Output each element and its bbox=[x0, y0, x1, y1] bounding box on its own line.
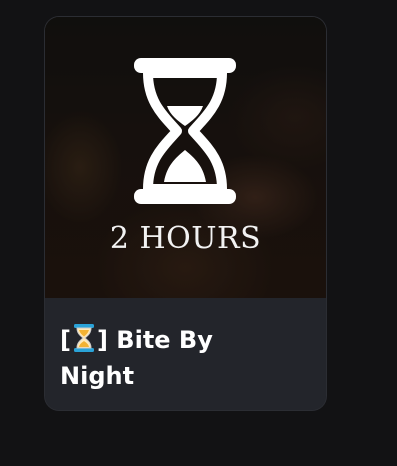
game-title[interactable]: [ ] Bite By Night bbox=[60, 322, 315, 394]
hourglass-emoji-icon bbox=[73, 324, 94, 352]
title-open-bracket: [ bbox=[60, 326, 71, 354]
title-line-2: Night bbox=[60, 362, 135, 390]
hourglass-icon bbox=[134, 58, 236, 204]
card-info: [ ] Bite By Night bbox=[45, 298, 326, 410]
title-line-1: Bite By bbox=[107, 326, 213, 354]
game-card[interactable]: 2 HOURS [ ] Bite By Night bbox=[45, 17, 326, 410]
game-thumbnail[interactable]: 2 HOURS bbox=[45, 17, 326, 298]
thumbnail-overlay-text: 2 HOURS bbox=[109, 221, 262, 256]
title-close-bracket: ] bbox=[96, 326, 108, 354]
